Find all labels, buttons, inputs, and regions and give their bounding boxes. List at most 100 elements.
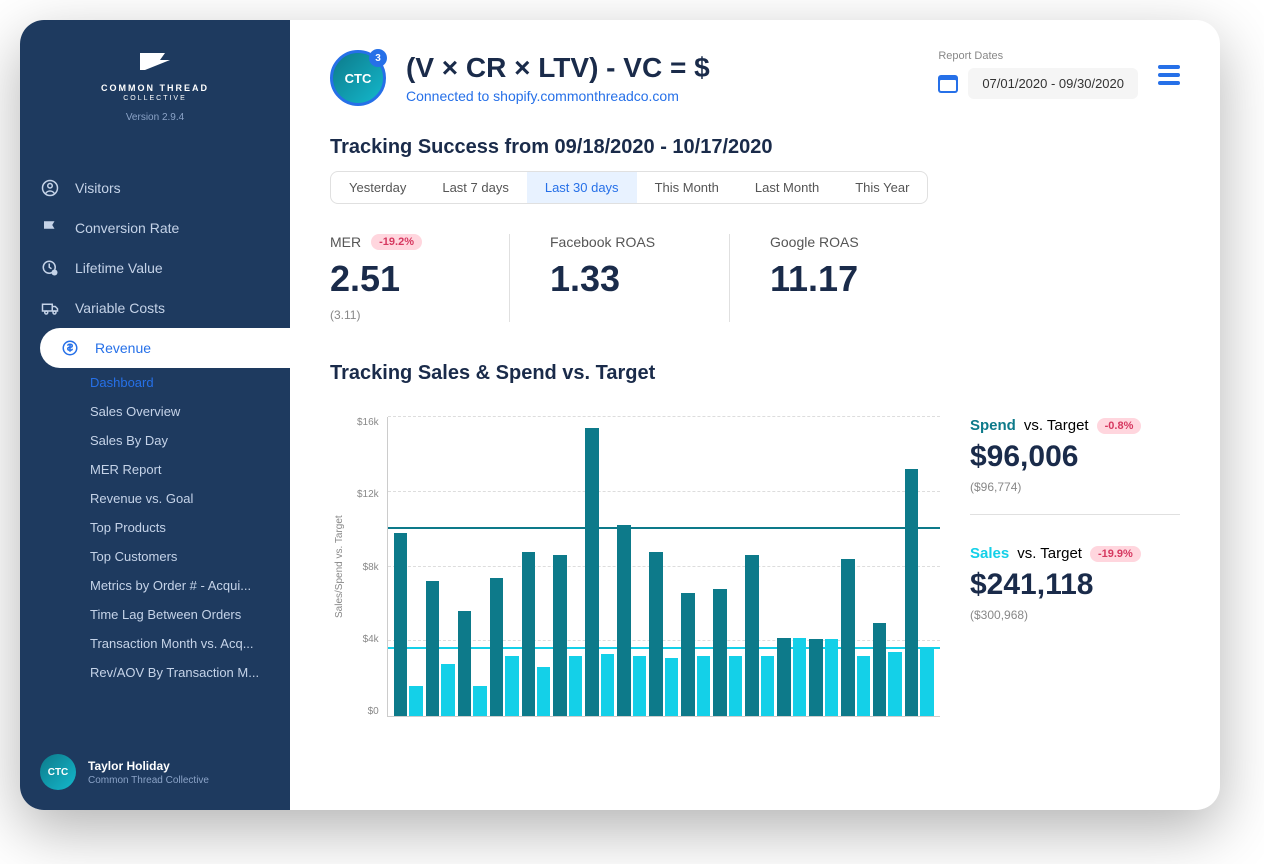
nav-item-visitors[interactable]: Visitors — [20, 168, 290, 208]
hamburger-menu-icon[interactable] — [1158, 65, 1180, 85]
spend-value: $96,006 — [970, 440, 1180, 474]
main-nav: VisitorsConversion RateLifetime ValueVar… — [20, 168, 290, 734]
sub-item-sales-overview[interactable]: Sales Overview — [75, 397, 275, 426]
sub-item-mer-report[interactable]: MER Report — [75, 455, 275, 484]
sales-bar[interactable] — [920, 649, 933, 716]
spend-bar[interactable] — [777, 638, 790, 716]
spend-bar[interactable] — [426, 581, 439, 716]
time-tab-last-7-days[interactable]: Last 7 days — [424, 172, 527, 203]
time-tab-this-year[interactable]: This Year — [837, 172, 927, 203]
metric-sub: (3.11) — [330, 308, 469, 322]
y-tick: $12k — [357, 489, 379, 500]
notification-badge[interactable]: 3 — [369, 49, 387, 67]
sub-item-dashboard[interactable]: Dashboard — [75, 368, 275, 397]
sales-bar[interactable] — [825, 639, 838, 716]
chart-plot[interactable] — [387, 417, 940, 717]
org-badge[interactable]: CTC 3 — [330, 50, 386, 106]
bar-group — [617, 417, 646, 716]
bar-group — [394, 417, 423, 716]
chart-stats: Spend vs. Target -0.8% $96,006 ($96,774)… — [970, 397, 1180, 717]
user-footer[interactable]: CTC Taylor Holiday Common Thread Collect… — [20, 734, 290, 810]
nav-item-revenue[interactable]: Revenue — [40, 328, 290, 368]
bar-group — [809, 417, 838, 716]
calendar-icon[interactable] — [938, 75, 958, 93]
nav-item-conversion-rate[interactable]: Conversion Rate — [20, 208, 290, 248]
sales-bar[interactable] — [409, 686, 422, 716]
time-tab-last-30-days[interactable]: Last 30 days — [527, 172, 637, 203]
bar-group — [841, 417, 870, 716]
metric-mer: MER-19.2%2.51(3.11) — [330, 234, 510, 322]
sub-item-rev-aov-by-transaction-m-[interactable]: Rev/AOV By Transaction M... — [75, 658, 275, 687]
sales-bar[interactable] — [761, 656, 774, 716]
spend-bar[interactable] — [809, 639, 822, 716]
spend-bar[interactable] — [713, 589, 726, 716]
nav-item-lifetime-value[interactable]: Lifetime Value — [20, 248, 290, 288]
nav-item-variable-costs[interactable]: Variable Costs — [20, 288, 290, 328]
brand-name: COMMON THREAD — [20, 83, 290, 93]
y-axis-label: Sales/Spend vs. Target — [330, 417, 349, 717]
y-tick: $4k — [357, 634, 379, 645]
sales-bar[interactable] — [601, 654, 614, 716]
sub-item-metrics-by-order-acqui-[interactable]: Metrics by Order # - Acqui... — [75, 571, 275, 600]
sales-bar[interactable] — [505, 656, 518, 716]
spend-bar[interactable] — [745, 555, 758, 716]
date-range-picker[interactable]: 07/01/2020 - 09/30/2020 — [968, 68, 1138, 99]
spend-label: Spend — [970, 417, 1016, 434]
spend-bar[interactable] — [841, 559, 854, 716]
sales-bar[interactable] — [857, 656, 870, 716]
sales-bar[interactable] — [473, 686, 486, 716]
spend-bar[interactable] — [458, 611, 471, 716]
metric-value: 11.17 — [770, 258, 910, 300]
spend-delta-badge: -0.8% — [1097, 418, 1142, 434]
sales-bar[interactable] — [633, 656, 646, 716]
main-content: CTC 3 (V × CR × LTV) - VC = $ Connected … — [290, 20, 1220, 810]
spend-bar[interactable] — [649, 552, 662, 716]
y-axis-ticks: $16k$12k$8k$4k$0 — [349, 417, 387, 717]
metric-google-roas: Google ROAS11.17 — [770, 234, 950, 322]
sales-bar[interactable] — [441, 664, 454, 716]
sales-bar[interactable] — [888, 652, 901, 716]
sub-item-revenue-vs-goal[interactable]: Revenue vs. Goal — [75, 484, 275, 513]
time-tab-last-month[interactable]: Last Month — [737, 172, 837, 203]
spend-bar[interactable] — [490, 578, 503, 716]
user-name: Taylor Holiday — [88, 759, 209, 773]
bar-group — [777, 417, 806, 716]
spend-bar[interactable] — [617, 525, 630, 716]
time-tab-yesterday[interactable]: Yesterday — [331, 172, 424, 203]
chart-section: Sales/Spend vs. Target $16k$12k$8k$4k$0 … — [330, 397, 1180, 717]
metric-badge: -19.2% — [371, 234, 422, 250]
metric-value: 1.33 — [550, 258, 689, 300]
spend-bar[interactable] — [681, 593, 694, 716]
sales-bar[interactable] — [793, 638, 806, 716]
sub-item-time-lag-between-orders[interactable]: Time Lag Between Orders — [75, 600, 275, 629]
sales-bar[interactable] — [729, 656, 742, 716]
bars-container — [388, 417, 940, 716]
spend-bar[interactable] — [522, 552, 535, 716]
spend-stat: Spend vs. Target -0.8% $96,006 ($96,774) — [970, 417, 1180, 515]
sales-bar[interactable] — [697, 656, 710, 716]
sales-bar[interactable] — [569, 656, 582, 716]
sales-stat: Sales vs. Target -19.9% $241,118 ($300,9… — [970, 545, 1180, 642]
sub-item-sales-by-day[interactable]: Sales By Day — [75, 426, 275, 455]
spend-bar[interactable] — [905, 469, 918, 716]
spend-bar[interactable] — [873, 623, 886, 716]
spend-bar[interactable] — [585, 428, 598, 716]
metrics-row: MER-19.2%2.51(3.11)Facebook ROAS1.33Goog… — [330, 234, 1180, 322]
bar-group — [522, 417, 551, 716]
spend-bar[interactable] — [394, 533, 407, 716]
bar-group — [426, 417, 455, 716]
spend-bar[interactable] — [553, 555, 566, 716]
app-window: COMMON THREAD COLLECTIVE Version 2.9.4 V… — [20, 20, 1220, 810]
time-tab-this-month[interactable]: This Month — [637, 172, 737, 203]
sidebar: COMMON THREAD COLLECTIVE Version 2.9.4 V… — [20, 20, 290, 810]
sub-item-top-customers[interactable]: Top Customers — [75, 542, 275, 571]
bar-group — [585, 417, 614, 716]
sales-bar[interactable] — [665, 658, 678, 716]
user-org: Common Thread Collective — [88, 775, 209, 786]
sub-item-top-products[interactable]: Top Products — [75, 513, 275, 542]
sales-bar[interactable] — [537, 667, 550, 716]
sub-item-transaction-month-vs-acq-[interactable]: Transaction Month vs. Acq... — [75, 629, 275, 658]
bar-group — [553, 417, 582, 716]
version-label: Version 2.9.4 — [20, 112, 290, 123]
tracking-title: Tracking Success from 09/18/2020 - 10/17… — [330, 136, 1180, 159]
